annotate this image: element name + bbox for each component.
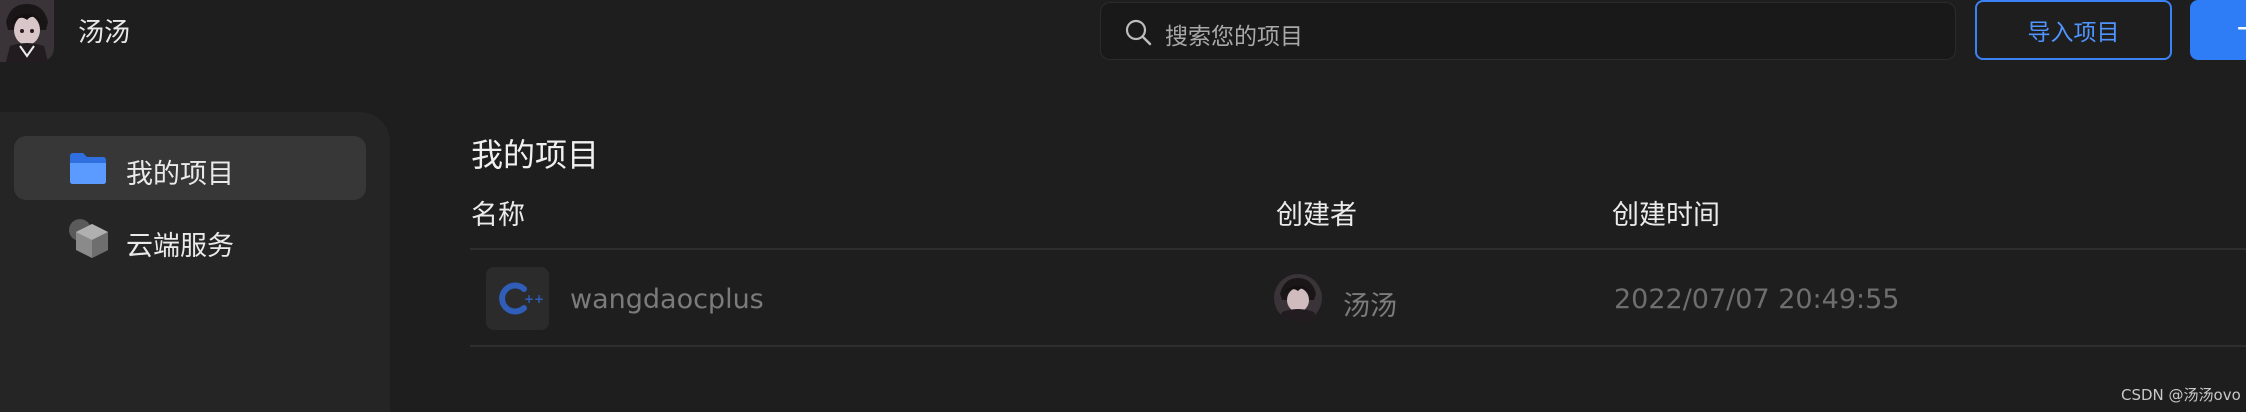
created-time: 2022/07/07 20:49:55: [1614, 284, 1900, 315]
project-name[interactable]: wangdaocplus: [570, 284, 764, 315]
svg-text:++: ++: [524, 292, 544, 306]
search-placeholder: 搜索您的项目: [1165, 24, 1303, 50]
avatar-image: [0, 0, 54, 62]
creator-avatar: [1274, 274, 1322, 322]
column-header-creator: 创建者: [1276, 200, 1357, 231]
user-name[interactable]: 汤汤: [78, 12, 130, 49]
sidebar-item-my-projects[interactable]: 我的项目: [14, 136, 366, 200]
cube-icon: [68, 219, 108, 258]
import-project-button[interactable]: 导入项目: [1975, 0, 2172, 60]
search-input[interactable]: 搜索您的项目: [1100, 2, 1956, 60]
sidebar-item-label: 我的项目: [126, 159, 234, 190]
table-row-divider: [470, 345, 2246, 347]
creator-name: 汤汤: [1343, 291, 1397, 322]
cpp-icon: ++: [486, 267, 549, 330]
page-title: 我的项目: [471, 136, 600, 174]
user-avatar[interactable]: [0, 0, 54, 62]
sidebar-item-label: 云端服务: [126, 231, 234, 262]
watermark: CSDN @汤汤ovo: [2121, 386, 2241, 404]
column-header-name: 名称: [471, 200, 525, 231]
folder-icon: [68, 150, 108, 186]
app-window: 汤汤 搜索您的项目 导入项目 + 我的项目: [0, 0, 2246, 412]
table-header-divider: [470, 248, 2246, 250]
search-icon: [1123, 17, 1153, 47]
sidebar: 我的项目 云端服务: [0, 112, 390, 412]
column-header-created-time: 创建时间: [1612, 200, 1720, 231]
new-project-button[interactable]: +: [2190, 0, 2246, 60]
sidebar-item-cloud-services[interactable]: 云端服务: [14, 208, 366, 272]
